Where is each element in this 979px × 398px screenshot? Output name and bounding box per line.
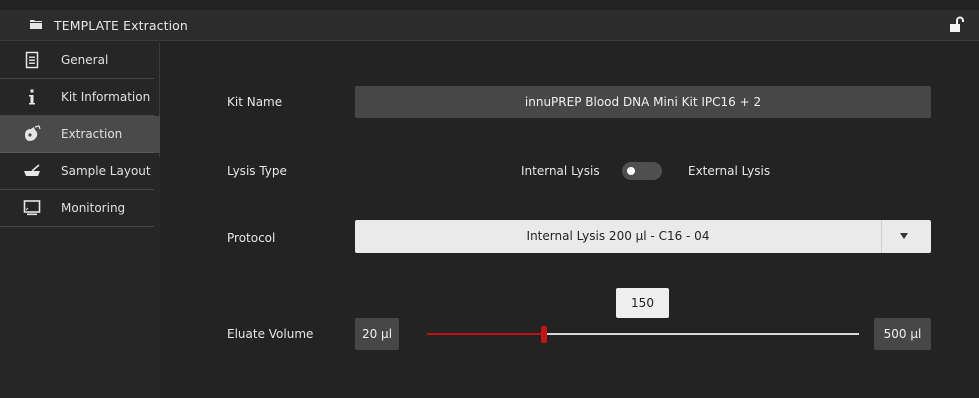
protocol-selected-value: Internal Lysis 200 µl - C16 - 04	[526, 229, 710, 243]
extraction-panel: Kit Name innuPREP Blood DNA Mini Kit IPC…	[160, 42, 979, 398]
monitor-icon	[23, 200, 41, 216]
sidebar-item-label: Sample Layout	[61, 164, 151, 178]
kit-name-label: Kit Name	[227, 95, 283, 109]
slider-fill	[427, 333, 544, 335]
sidebar-item-extraction[interactable]: Extraction	[0, 116, 160, 153]
sidebar-item-label: Kit Information	[61, 90, 151, 104]
document-icon	[25, 51, 39, 69]
eluate-volume-value: 150	[616, 288, 669, 318]
protocol-select[interactable]: Internal Lysis 200 µl - C16 - 04	[355, 220, 931, 253]
internal-lysis-option[interactable]: Internal Lysis	[521, 164, 600, 178]
sidebar-item-label: Monitoring	[61, 201, 126, 215]
sidebar-item-general[interactable]: General	[0, 42, 160, 79]
protocol-label: Protocol	[227, 231, 276, 245]
lysis-type-label: Lysis Type	[227, 164, 287, 178]
toggle-knob	[627, 167, 635, 175]
info-icon	[29, 89, 35, 105]
title-bar: TEMPLATE Extraction	[0, 10, 979, 41]
external-lysis-option[interactable]: External Lysis	[688, 164, 770, 178]
eluate-volume-slider-thumb[interactable]	[541, 326, 547, 343]
window-title: TEMPLATE Extraction	[54, 18, 188, 33]
folder-icon	[30, 20, 42, 29]
lysis-type-toggle[interactable]	[622, 162, 662, 180]
sidebar-item-kit-information[interactable]: Kit Information	[0, 79, 160, 116]
divider	[0, 226, 154, 227]
eluate-volume-min: 20 µl	[355, 318, 399, 350]
sidebar-item-monitoring[interactable]: Monitoring	[0, 190, 160, 227]
sample-tray-icon	[24, 164, 40, 176]
eluate-volume-max: 500 µl	[874, 318, 931, 350]
sidebar-item-sample-layout[interactable]: Sample Layout	[0, 153, 160, 190]
sidebar-item-label: General	[61, 53, 109, 67]
eluate-volume-label: Eluate Volume	[227, 327, 314, 341]
eluate-volume-slider-track[interactable]	[427, 333, 859, 335]
app-window: TEMPLATE Extraction General Kit Informat…	[0, 0, 979, 398]
select-divider	[881, 220, 882, 253]
sidebar-item-label: Extraction	[61, 127, 123, 141]
chevron-down-icon[interactable]	[900, 233, 908, 239]
unlock-icon[interactable]	[949, 16, 965, 34]
sidebar: General Kit Information Extraction Sampl…	[0, 42, 160, 398]
extraction-icon	[25, 125, 41, 141]
kit-name-field: innuPREP Blood DNA Mini Kit IPC16 + 2	[355, 86, 931, 118]
